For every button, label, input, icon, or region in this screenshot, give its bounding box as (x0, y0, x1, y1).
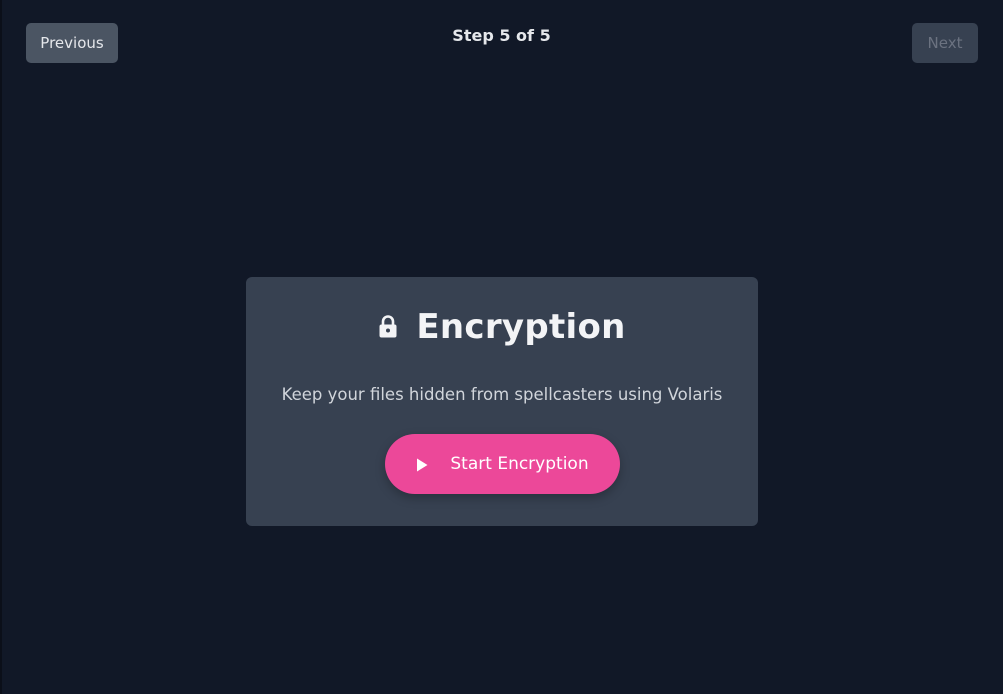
card-header: Encryption (246, 307, 758, 347)
play-icon (416, 457, 428, 472)
start-encryption-label: Start Encryption (450, 454, 589, 474)
card-description: Keep your files hidden from spellcasters… (281, 385, 723, 404)
step-indicator: Step 5 of 5 (452, 26, 551, 45)
next-button[interactable]: Next (912, 23, 978, 63)
window-edge (0, 0, 2, 694)
card-title: Encryption (416, 307, 626, 347)
encryption-card: Encryption Keep your files hidden from s… (246, 277, 758, 526)
wizard-page: Previous Step 5 of 5 Next Encryption Kee… (0, 0, 1003, 694)
start-encryption-button[interactable]: Start Encryption (385, 434, 620, 494)
lock-icon (378, 314, 398, 340)
